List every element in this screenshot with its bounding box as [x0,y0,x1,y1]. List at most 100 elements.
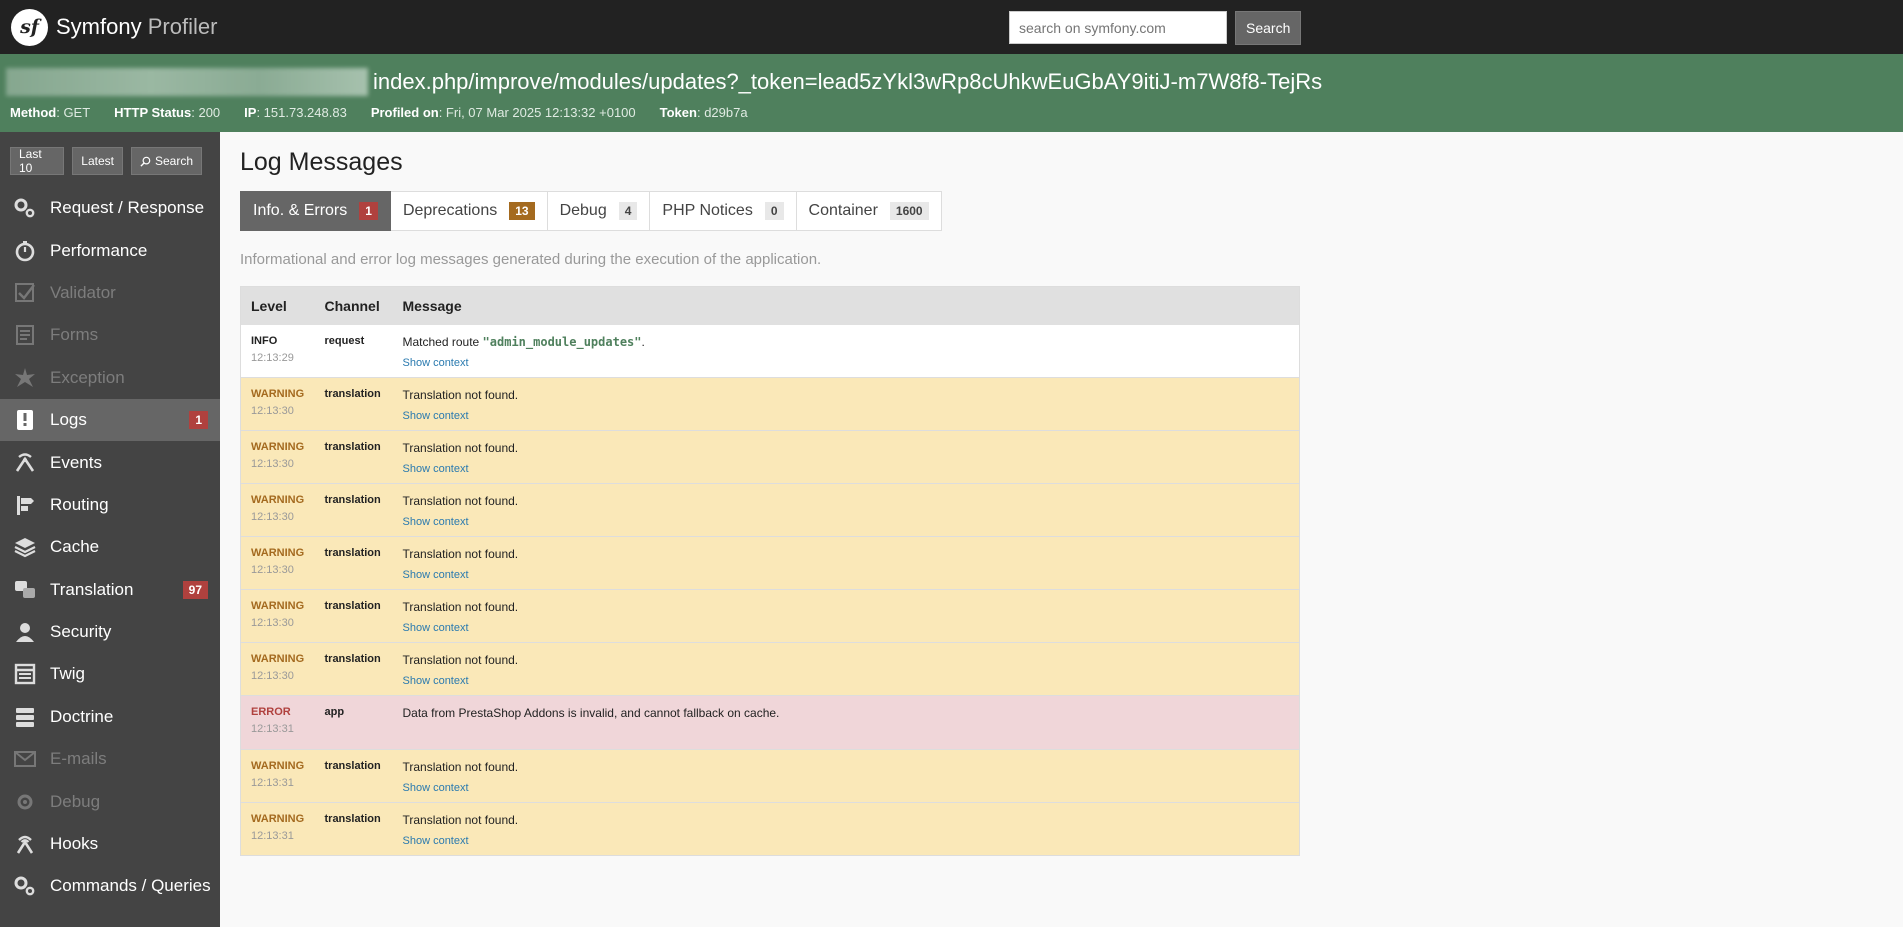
table-row: WARNING 12:13:30 translation Translation … [240,589,1300,643]
log-level: WARNING [251,599,305,612]
tab-php-notices[interactable]: PHP Notices 0 [650,191,797,231]
tab-count-badge: 13 [509,202,535,220]
tab-description: Informational and error log messages gen… [240,251,822,268]
tab-deprecations[interactable]: Deprecations 13 [390,191,548,231]
sidebar-item-forms[interactable]: Forms [0,314,220,356]
sidebar-item-validator[interactable]: Validator [0,272,220,314]
show-context-link[interactable]: Show context [403,463,1290,475]
redacted-host [6,68,368,96]
sidebar-item-events[interactable]: Events [0,441,220,483]
sidebar-search-button[interactable]: Search [130,147,202,175]
sidebar-item-label: Cache [50,537,100,557]
show-context-link[interactable]: Show context [403,410,1290,422]
log-icon [12,407,38,433]
sidebar-item-label: Exception [50,367,125,387]
search-input[interactable] [1009,11,1227,44]
main-content: Log Messages Info. & Errors 1 Deprecatio… [220,132,1903,927]
message-text: Matched route [402,334,483,349]
sidebar-item-exception[interactable]: Exception [0,357,220,399]
tab-count-badge: 4 [618,202,638,220]
log-time: 12:13:30 [251,616,294,629]
latest-button[interactable]: Latest [72,147,123,175]
sidebar-item-hooks[interactable]: Hooks [0,823,220,865]
log-time: 12:13:30 [251,404,294,417]
message-suffix: . [641,334,645,349]
log-message: Translation not found. [402,387,519,402]
symfony-logo[interactable]: sf Symfony Profiler [11,8,218,46]
route-name: "admin_module_updates" [482,334,642,349]
request-meta: Method: GET HTTP Status: 200 IP: 151.73.… [10,105,772,120]
log-message: Translation not found. [402,493,519,508]
form-icon [12,322,38,348]
sidebar-item-security[interactable]: Security [0,611,220,653]
sidebar-item-commands-queries[interactable]: Commands / Queries [0,865,220,907]
log-level: WARNING [251,546,305,559]
log-level: WARNING [251,812,305,825]
log-channel: app [324,705,345,718]
sidebar-item-translation[interactable]: Translation 97 [0,569,220,611]
broadcast-icon [12,450,38,476]
sidebar-item-twig[interactable]: Twig [0,653,220,695]
log-level: WARNING [251,493,305,506]
tab-info-errors[interactable]: Info. & Errors 1 [240,191,391,231]
log-channel: translation [324,440,381,453]
bug-gear-icon [12,789,38,815]
sidebar-item-label: Forms [50,325,99,345]
tab-debug[interactable]: Debug 4 [547,191,651,231]
sidebar-item-cache[interactable]: Cache [0,526,220,568]
log-level: WARNING [251,759,305,772]
show-context-link[interactable]: Show context [403,622,1290,634]
top-bar: sf Symfony Profiler Search [0,0,1903,54]
method-label: Method [10,105,57,120]
brand-light: Profiler [147,14,218,39]
tab-label: Info. & Errors [253,202,348,219]
log-message: Data from PrestaShop Addons is invalid, … [402,705,780,720]
tab-count-badge: 0 [764,202,784,220]
sidebar-item-request-response[interactable]: Request / Response [0,187,220,229]
show-context-link[interactable]: Show context [403,569,1290,581]
log-message: Translation not found. [402,599,519,614]
sidebar-item-routing[interactable]: Routing [0,484,220,526]
log-message: Matched route "admin_module_updates". [403,335,1290,349]
log-message: Translation not found. [402,759,519,774]
layers-icon [12,534,38,560]
sidebar-item-performance[interactable]: Performance [0,229,220,271]
search-button[interactable]: Search [1235,11,1302,45]
check-icon [12,280,38,306]
token-value: : d29b7a [696,105,748,120]
ip-label: IP [244,105,257,120]
log-table: Level Channel Message INFO 12:13:29 reque… [240,286,1300,856]
sidebar-item-label: Translation [50,579,134,599]
sidebar-item-label: Validator [50,282,116,302]
tab-container[interactable]: Container 1600 [796,191,942,231]
log-time: 12:13:30 [251,669,294,682]
show-context-link[interactable]: Show context [403,516,1290,528]
sidebar-item-logs[interactable]: Logs 1 [0,398,220,442]
sidebar-item-doctrine[interactable]: Doctrine [0,696,220,738]
sidebar-item-label: Security [50,622,112,642]
last-10-button[interactable]: Last 10 [10,147,65,175]
request-summary: index.php/improve/modules/updates?_token… [0,54,1903,132]
log-time: 12:13:29 [251,351,294,364]
show-context-link[interactable]: Show context [403,835,1290,847]
log-channel: translation [324,599,381,612]
search-icon [140,156,151,167]
explosion-icon [12,365,38,391]
sidebar-item-e-mails[interactable]: E-mails [0,738,220,780]
sidebar-item-label: Events [50,452,102,472]
tab-label: PHP Notices [662,202,753,219]
stopwatch-icon [12,238,38,264]
log-level: WARNING [251,387,305,400]
log-time: 12:13:30 [251,563,294,576]
sidebar-search-label: Search [154,154,193,168]
show-context-link[interactable]: Show context [403,357,1290,369]
sidebar-item-label: Twig [50,664,85,684]
tab-label: Container [808,202,878,219]
sidebar-item-debug[interactable]: Debug [0,780,220,822]
show-context-link[interactable]: Show context [403,675,1290,687]
sidebar-item-label: Request / Response [50,198,205,218]
log-level: WARNING [251,440,305,453]
show-context-link[interactable]: Show context [403,782,1290,794]
user-icon [12,619,38,645]
symfony-logo-icon: sf [11,8,48,46]
